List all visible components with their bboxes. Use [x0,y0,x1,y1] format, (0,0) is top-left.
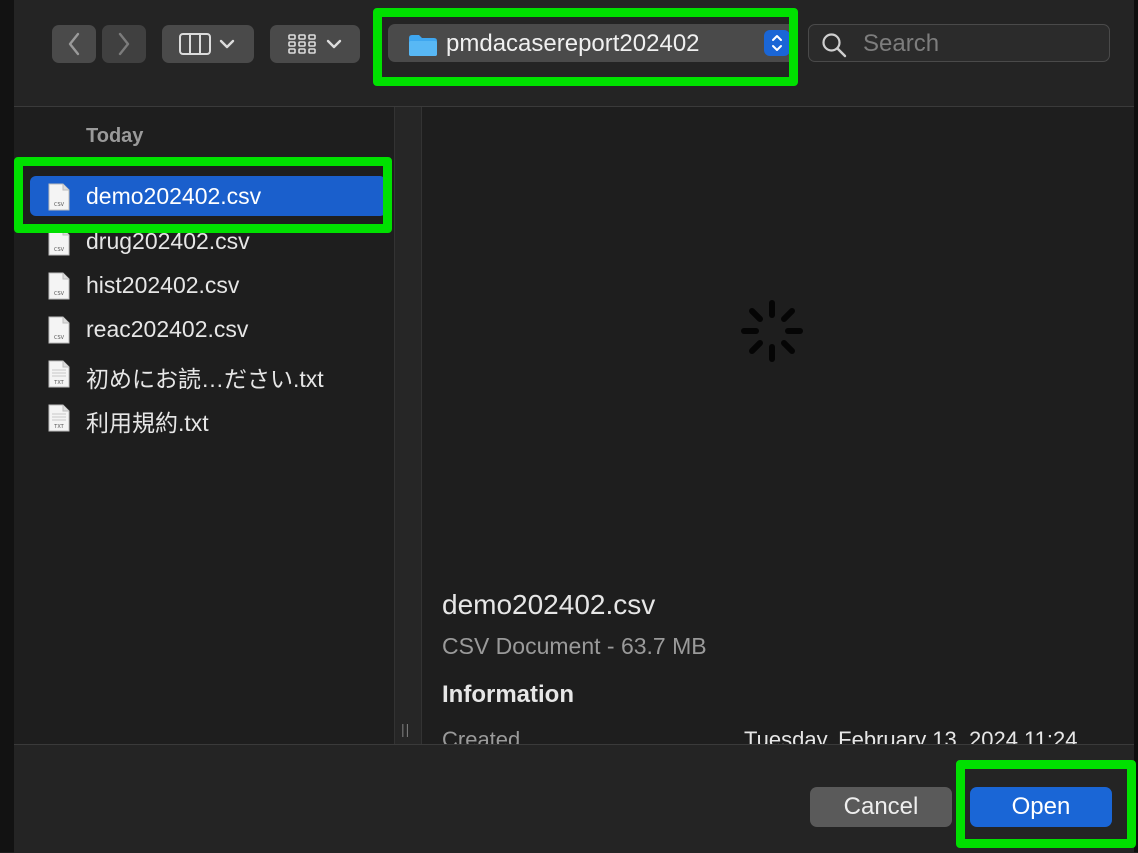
column-divider[interactable]: || [394,107,422,744]
folder-icon [409,35,437,56]
preview-created-value: Tuesday, February 13, 2024 11:24 [744,727,1078,744]
search-field[interactable] [808,24,1110,62]
columns-icon [179,33,211,55]
preview-pane: demo202402.csv CSV Document - 63.7 MB In… [422,107,1134,744]
loading-spinner-icon [741,300,803,362]
group-by-button[interactable] [270,25,360,63]
search-icon [822,33,847,58]
file-row[interactable]: CSV hist202402.csv [30,265,386,305]
file-row[interactable]: TXT 利用規約.txt [30,397,386,437]
location-popup[interactable]: pmdacasereport202402 [388,24,796,62]
svg-text:TXT: TXT [53,424,64,430]
chevron-down-icon [219,39,235,49]
csv-file-icon: CSV [48,316,70,344]
file-name: 初めにお読…ださい.txt [86,366,324,392]
toolbar: pmdacasereport202402 [14,0,1134,107]
txt-file-icon: TXT [48,360,70,388]
location-stepper[interactable] [764,30,790,56]
file-name: reac202402.csv [86,316,249,342]
file-name: drug202402.csv [86,228,250,254]
grid-icon [288,34,316,54]
svg-text:CSV: CSV [54,335,65,341]
preview-filename: demo202402.csv [442,589,656,620]
window-left-edge [0,0,14,852]
chevron-right-icon [118,32,130,56]
location-label: pmdacasereport202402 [446,30,700,57]
up-down-chevron-icon [772,35,782,51]
txt-file-icon: TXT [48,404,70,432]
svg-text:CSV: CSV [54,202,65,208]
back-button[interactable] [52,25,96,63]
file-row-selected[interactable]: CSV demo202402.csv [30,176,386,216]
svg-text:CSV: CSV [54,247,65,253]
chevron-down-icon [326,39,342,49]
search-input[interactable] [861,29,1101,59]
file-name: hist202402.csv [86,272,240,298]
footer: Cancel Open [14,744,1134,853]
chevron-left-icon [68,32,80,56]
preview-info-header: Information [442,681,574,708]
cancel-button[interactable]: Cancel [810,787,952,827]
csv-file-icon: CSV [48,272,70,300]
csv-file-icon: CSV [48,228,70,256]
csv-file-icon: CSV [48,183,70,211]
svg-text:CSV: CSV [54,291,65,297]
file-row[interactable]: TXT 初めにお読…ださい.txt [30,353,386,393]
file-row[interactable]: CSV drug202402.csv [30,221,386,261]
file-row[interactable]: CSV reac202402.csv [30,309,386,349]
open-button[interactable]: Open [970,787,1112,827]
resize-handle-icon[interactable]: || [401,721,410,737]
section-header-today: Today [86,125,144,147]
window-right-edge [1134,0,1138,852]
file-list: Today CSV demo202402.csv CSV drug202402.… [14,107,394,744]
file-name: 利用規約.txt [86,410,209,436]
preview-created-label: Created [442,727,521,744]
preview-kind-size: CSV Document - 63.7 MB [442,633,707,659]
file-name: demo202402.csv [86,183,262,209]
svg-text:TXT: TXT [53,380,64,386]
forward-button[interactable] [102,25,146,63]
column-view-button[interactable] [162,25,254,63]
